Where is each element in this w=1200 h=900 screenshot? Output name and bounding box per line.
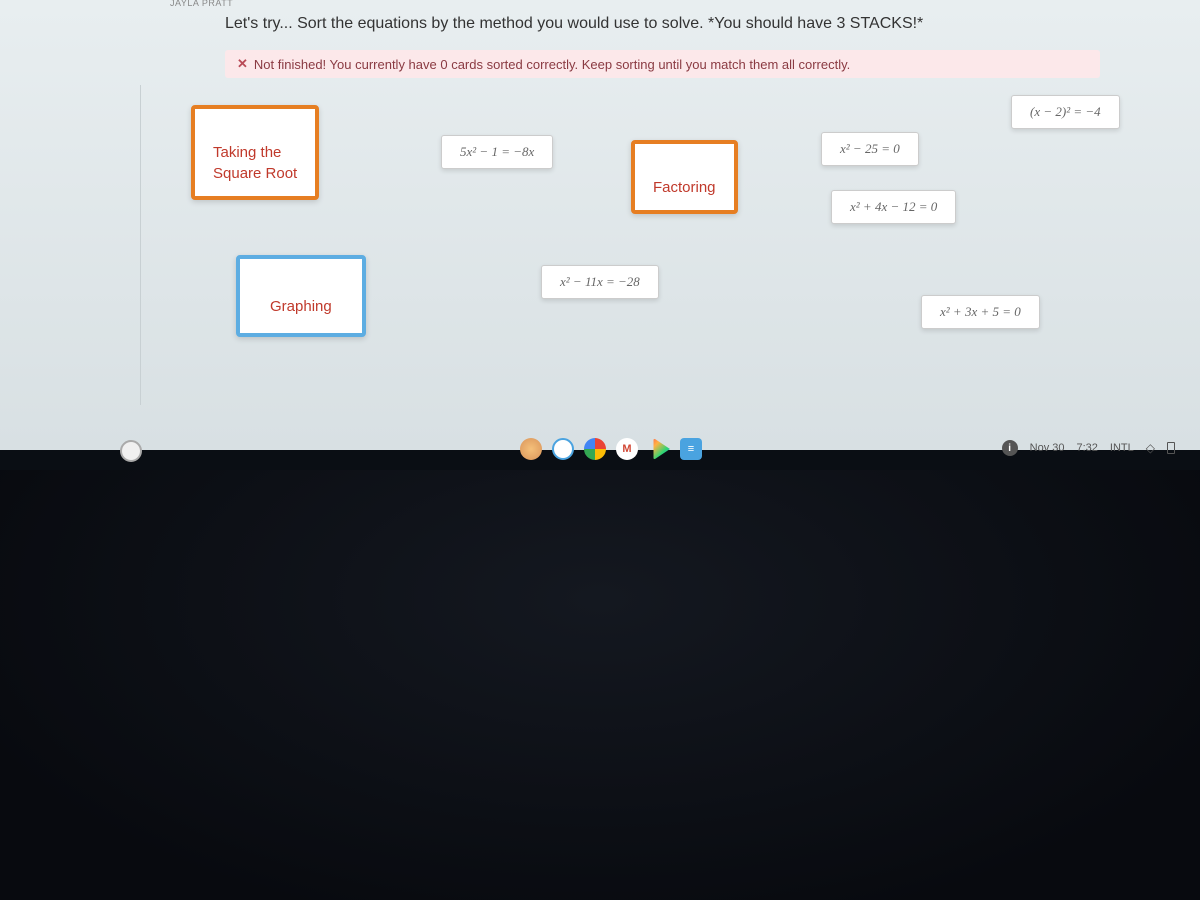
info-icon[interactable]: i [1002, 440, 1018, 456]
status-text: Not finished! You currently have 0 cards… [254, 57, 850, 72]
equation-card-5[interactable]: x² − 11x = −28 [541, 265, 659, 299]
category-label: Graphing [270, 298, 332, 315]
tray-lang: INTL [1110, 442, 1134, 454]
chrome-icon[interactable] [584, 438, 606, 460]
instruction-text: Let's try... Sort the equations by the m… [225, 15, 1160, 33]
gmail-icon[interactable]: M [616, 438, 638, 460]
equation-card-3[interactable]: (x − 2)² = −4 [1011, 95, 1120, 129]
browser-tab-label: JAYLA PRATT [170, 0, 233, 8]
equation-text: x² + 4x − 12 = 0 [850, 199, 937, 214]
category-square-root[interactable]: Taking the Square Root [191, 105, 319, 200]
equation-text: x² + 3x + 5 = 0 [940, 304, 1021, 319]
wifi-icon[interactable]: ◇ [1146, 441, 1155, 455]
system-tray: i Nov 30 7:32 INTL ◇ [1002, 440, 1175, 456]
play-icon[interactable] [648, 438, 670, 460]
tray-date: Nov 30 [1030, 442, 1065, 454]
equation-card-6[interactable]: x² + 3x + 5 = 0 [921, 295, 1040, 329]
below-screen-area [0, 470, 1200, 900]
screen-content: JAYLA PRATT Let's try... Sort the equati… [0, 0, 1200, 450]
category-factoring[interactable]: Factoring [631, 140, 738, 214]
equation-text: x² − 25 = 0 [840, 141, 900, 156]
docs-icon[interactable]: ≡ [680, 438, 702, 460]
tray-time: 7:32 [1077, 442, 1098, 454]
equation-card-2[interactable]: x² − 25 = 0 [821, 132, 919, 166]
taskbar-app-1[interactable] [520, 438, 542, 460]
cross-icon: ✕ [237, 56, 248, 72]
sorting-canvas[interactable]: Taking the Square Root Factoring Graphin… [140, 85, 1170, 405]
taskbar-app-2[interactable] [552, 438, 574, 460]
equation-text: 5x² − 1 = −8x [460, 144, 534, 159]
equation-text: x² − 11x = −28 [560, 274, 640, 289]
equation-card-4[interactable]: x² + 4x − 12 = 0 [831, 190, 956, 224]
battery-icon[interactable] [1167, 442, 1175, 454]
search-icon[interactable] [120, 440, 142, 462]
status-banner: ✕ Not finished! You currently have 0 car… [225, 50, 1100, 78]
category-label: Taking the Square Root [213, 144, 297, 182]
category-label: Factoring [653, 179, 716, 196]
equation-card-1[interactable]: 5x² − 1 = −8x [441, 135, 553, 169]
category-graphing[interactable]: Graphing [236, 255, 366, 337]
taskbar: M ≡ [520, 438, 702, 460]
equation-text: (x − 2)² = −4 [1030, 104, 1101, 119]
